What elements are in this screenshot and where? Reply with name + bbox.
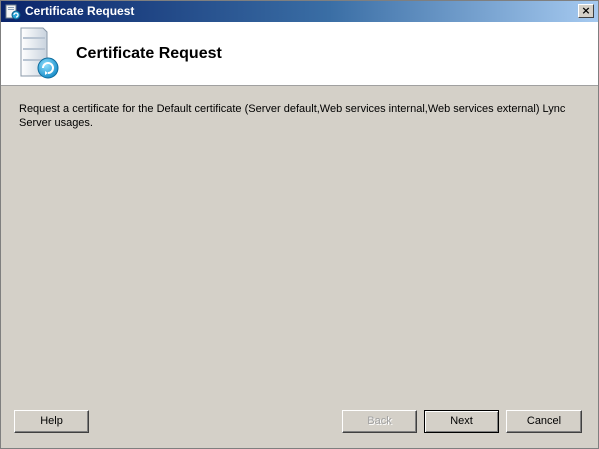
cancel-button[interactable]: Cancel xyxy=(506,410,582,433)
window-title: Certificate Request xyxy=(25,4,135,18)
wizard-header: Certificate Request xyxy=(1,22,598,86)
back-button[interactable]: Back xyxy=(342,410,417,433)
next-button[interactable]: Next xyxy=(424,410,499,433)
server-refresh-icon xyxy=(15,26,63,82)
title-bar[interactable]: Certificate Request × xyxy=(1,1,598,22)
description-text: Request a certificate for the Default ce… xyxy=(19,103,566,129)
certificate-request-icon xyxy=(5,4,21,20)
certificate-request-dialog: Certificate Request × Certificate Reques… xyxy=(0,0,599,449)
close-icon: × xyxy=(581,4,591,17)
page-title: Certificate Request xyxy=(76,45,222,62)
help-button[interactable]: Help xyxy=(14,410,89,433)
close-button[interactable]: × xyxy=(578,4,594,18)
